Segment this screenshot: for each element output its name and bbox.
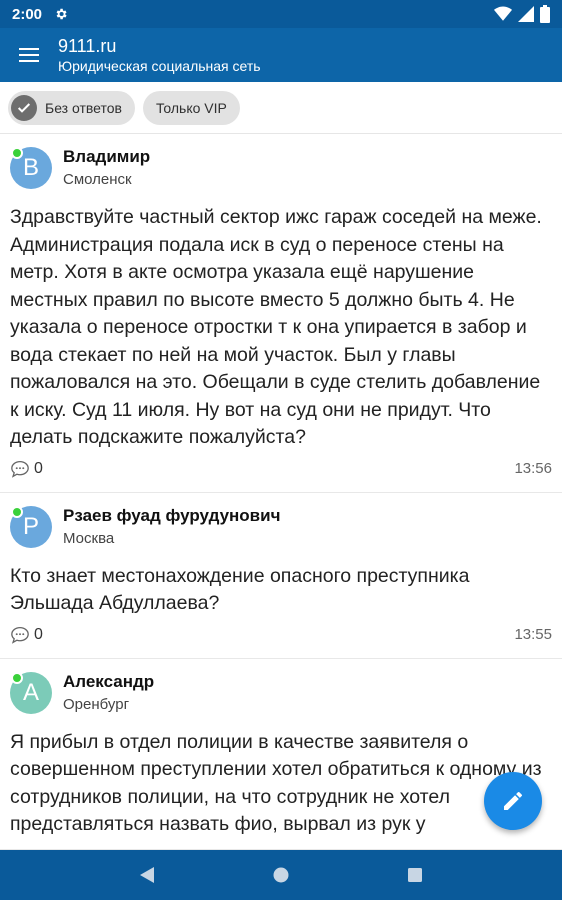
online-indicator (11, 505, 23, 518)
status-bar: 2:00 (0, 0, 562, 28)
filter-chip-vip-only[interactable]: Только VIP (142, 90, 240, 125)
recents-icon (408, 868, 422, 882)
new-question-fab[interactable] (484, 772, 542, 830)
battery-icon (540, 5, 550, 23)
app-title: 9111.ru (58, 36, 117, 56)
nav-home-button[interactable] (261, 855, 301, 895)
list-item[interactable]: А Александр Оренбург Я прибыл в отдел по… (0, 659, 562, 850)
filter-chips: Без ответов Только VIP (0, 82, 562, 134)
app-subtitle: Юридическая социальная сеть (58, 58, 261, 74)
avatar-letter: В (22, 154, 39, 181)
checkmark-icon (11, 94, 37, 121)
online-indicator (11, 671, 23, 684)
question-text: Я прибыл в отдел полиции в качестве заяв… (10, 730, 542, 836)
comment-count: 0 (34, 625, 43, 643)
avatar[interactable]: А (10, 671, 52, 714)
filter-chip-no-answers[interactable]: Без ответов (8, 90, 135, 125)
menu-button[interactable] (0, 28, 58, 82)
hamburger-menu-icon (19, 48, 39, 62)
question-text: Кто знает местонахождение опасного прест… (10, 564, 470, 615)
avatar-letter: А (22, 678, 39, 706)
wifi-icon (494, 6, 512, 21)
gear-icon (56, 8, 67, 20)
list-item[interactable]: В Владимир Смоленск Здравствуйте частный… (0, 134, 562, 493)
author-city: Оренбург (63, 695, 130, 713)
author-name[interactable]: Владимир (63, 146, 150, 168)
avatar[interactable]: В (10, 147, 52, 189)
comment-icon (11, 460, 29, 478)
comment-count: 0 (34, 459, 43, 477)
app-bar: 9111.ru Юридическая социальная сеть (0, 28, 562, 82)
signal-icon (518, 6, 534, 22)
question-feed: В Владимир Смоленск Здравствуйте частный… (0, 134, 562, 850)
nav-recents-button[interactable] (395, 855, 435, 895)
author-name[interactable]: Александр (63, 671, 154, 693)
avatar[interactable]: Р (10, 505, 52, 548)
home-icon (273, 867, 289, 883)
online-indicator (11, 147, 23, 159)
list-item[interactable]: Р Рзаев фуад фурудунович Москва Кто знае… (0, 493, 562, 659)
post-time: 13:56 (514, 460, 552, 477)
filter-chip-label: Без ответов (45, 99, 122, 116)
question-text: Здравствуйте частный сектор ижс гараж со… (10, 206, 542, 448)
system-nav-bar (0, 850, 562, 900)
author-name[interactable]: Рзаев фуад фурудунович (63, 505, 280, 527)
back-icon (140, 867, 154, 883)
author-city: Москва (63, 529, 115, 547)
avatar-letter: Р (22, 512, 39, 540)
post-time: 13:55 (514, 626, 552, 643)
author-city: Смоленск (63, 171, 132, 188)
comment-icon (11, 626, 29, 644)
nav-back-button[interactable] (127, 855, 167, 895)
pencil-icon (504, 791, 522, 810)
filter-chip-label: Только VIP (155, 99, 227, 116)
status-time: 2:00 (12, 5, 43, 23)
